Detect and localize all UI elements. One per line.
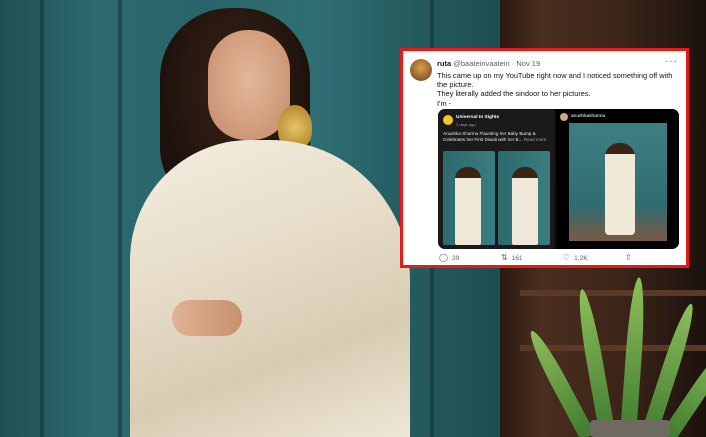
tweet-header: ruta @baateinvaatein · Nov 19 — [437, 59, 540, 68]
tweet-highlight-frame: ruta @baateinvaatein · Nov 19 ··· This c… — [400, 48, 689, 268]
retweet-button[interactable]: ⇅ 161 — [501, 253, 523, 262]
wall-panel-line — [40, 0, 44, 437]
retweet-icon: ⇅ — [501, 253, 508, 262]
like-count: 1.2K — [574, 255, 588, 262]
reply-icon: ◯ — [439, 253, 448, 262]
tweet-date[interactable]: Nov 19 — [516, 59, 540, 68]
ig-photo — [569, 123, 667, 241]
white-saree — [130, 140, 410, 437]
reply-count: 39 — [451, 255, 460, 262]
tweet-text-line: This came up on my YouTube right now and… — [437, 71, 673, 90]
yt-photo-left — [443, 151, 495, 245]
plant-pot — [590, 420, 670, 437]
like-button[interactable]: ♡ 1.2K — [563, 253, 588, 262]
yt-post-title: Anushka Sharma Flaunting her Baby Bump &… — [443, 131, 551, 143]
tweet-media[interactable]: Universal In Sights 3 days ago Anushka S… — [438, 109, 679, 249]
woman-hand — [172, 300, 242, 336]
share-button[interactable]: ⇧ — [625, 253, 636, 262]
share-icon: ⇧ — [625, 253, 632, 262]
reply-button[interactable]: ◯ 39 — [439, 253, 459, 262]
tweet-text-line: I'm - — [437, 98, 452, 108]
tweet-card[interactable]: ruta @baateinvaatein · Nov 19 ··· This c… — [403, 51, 686, 265]
snake-plant — [524, 270, 706, 437]
yt-photo-figure — [455, 167, 481, 245]
user-handle[interactable]: @baateinvaatein — [453, 59, 509, 68]
yt-read-more: Read more — [523, 137, 547, 142]
channel-logo-icon — [443, 115, 453, 125]
yt-photo-figure — [512, 167, 538, 245]
yt-photo-right — [498, 151, 550, 245]
more-horizontal-icon[interactable]: ··· — [665, 56, 678, 67]
display-name[interactable]: ruta — [437, 59, 451, 68]
user-avatar[interactable] — [410, 59, 432, 81]
youtube-screenshot[interactable]: Universal In Sights 3 days ago Anushka S… — [438, 109, 554, 249]
yt-title-text: Anushka Sharma Flaunting her Baby Bump &… — [443, 131, 536, 142]
ig-username: anushkasharma — [571, 114, 606, 119]
plant-leaf — [620, 276, 648, 437]
instagram-screenshot[interactable]: anushkasharma — [556, 109, 679, 249]
tweet-actions: ◯ 39 ⇅ 161 ♡ 1.2K ⇧ — [437, 253, 682, 263]
retweet-count: 161 — [511, 255, 523, 262]
wall-panel-line — [118, 0, 122, 437]
yt-channel-name: Universal In Sights — [456, 115, 500, 120]
tweet-text: This came up on my YouTube right now and… — [437, 71, 682, 108]
yt-time-ago: 3 days ago — [456, 122, 476, 127]
heart-icon: ♡ — [563, 253, 571, 262]
meta-separator: · — [511, 59, 515, 68]
tweet-text-line: They literally added the sindoor to her … — [437, 89, 591, 99]
ig-avatar — [560, 113, 568, 121]
ig-photo-figure — [605, 143, 635, 235]
